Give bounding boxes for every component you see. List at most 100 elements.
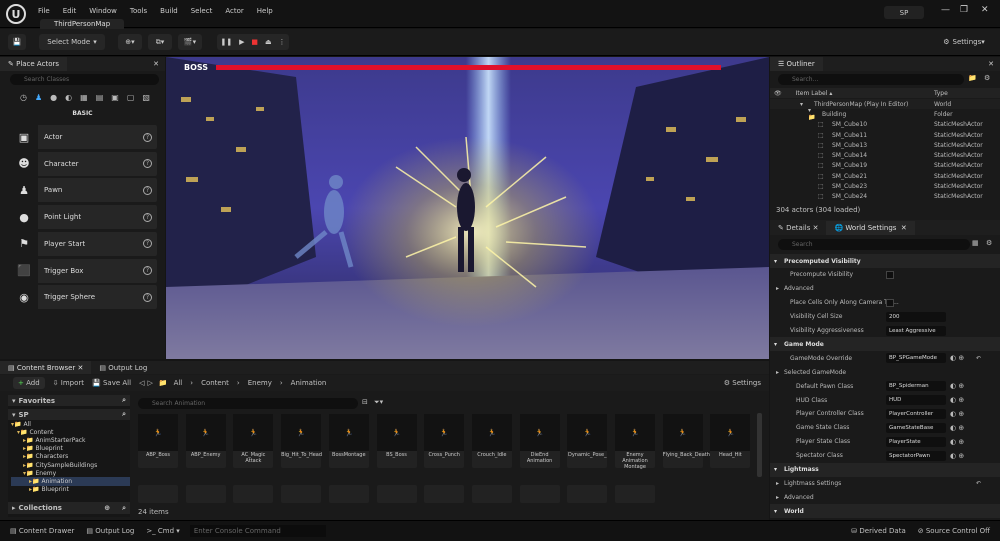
outliner-row[interactable]: ⬚ SM_Cube24 StaticMeshActor <box>770 192 1000 202</box>
details-property[interactable]: Visibility Aggressiveness Least Aggressiv… <box>770 324 1000 338</box>
eject-icon[interactable]: ⏏ <box>265 38 272 46</box>
save-search-icon[interactable]: ⊟ <box>362 398 368 406</box>
asset-tile[interactable] <box>233 485 274 503</box>
outliner-tab[interactable]: ☰ Outliner <box>770 57 823 71</box>
place-actors-tab[interactable]: ✎ Place Actors <box>0 57 67 71</box>
lights-icon[interactable]: ● <box>50 93 57 102</box>
visual-icon[interactable]: ▤ <box>96 93 104 102</box>
outliner-row[interactable]: ⬚ SM_Cube23 StaticMeshActor <box>770 181 1000 191</box>
asset-tile[interactable]: 🏃 Big_Hit_To_Head <box>281 414 322 468</box>
all-classes-icon[interactable]: ▢ <box>127 93 135 102</box>
property-value[interactable]: PlayerState <box>886 436 946 447</box>
output-log-tab[interactable]: ▤ Output Log <box>91 364 155 372</box>
asset-tile[interactable] <box>138 485 178 503</box>
menu-edit[interactable]: Edit <box>63 7 77 15</box>
asset-tile[interactable]: 🏃 ABP_Boss <box>138 414 178 468</box>
basic-icon[interactable]: ♟ <box>35 93 42 102</box>
outliner-row[interactable]: ⬚ SM_Cube13 StaticMeshActor <box>770 140 1000 150</box>
history-back-icon[interactable]: ◁ <box>139 379 144 387</box>
unreal-logo-icon[interactable]: U <box>6 4 26 24</box>
folder-add-icon[interactable]: 📁 <box>968 74 977 82</box>
asset-tile[interactable]: 🏃 Crouch_Idle <box>471 414 512 468</box>
menu-build[interactable]: Build <box>160 7 178 15</box>
asset-tile[interactable] <box>471 485 512 503</box>
console-input[interactable]: Enter Console Command <box>189 525 326 537</box>
outliner-row[interactable]: ▾ ThirdPersonMap (Play In Editor) World <box>770 99 1000 110</box>
actor-item[interactable]: ⬛ Trigger Box? <box>10 258 157 283</box>
search-classes-input[interactable]: Search Classes <box>10 74 159 85</box>
close-tab-icon[interactable]: ✕ <box>988 60 994 68</box>
help-icon[interactable]: ? <box>143 266 152 275</box>
folder-tree-item[interactable]: ▸📁 AnimStarterPack <box>11 436 130 444</box>
folder-tree-item[interactable]: ▾📁 Enemy <box>11 469 130 477</box>
map-tab[interactable]: ThirdPersonMap <box>40 19 125 29</box>
profile-badge[interactable]: SP <box>884 6 924 19</box>
search-icon[interactable]: ⌕ <box>122 410 126 419</box>
cinematic-icon[interactable]: ▦ <box>80 93 88 102</box>
shapes-icon[interactable]: ◐ <box>65 93 72 102</box>
asset-tile[interactable] <box>424 485 465 503</box>
details-property[interactable]: Place Cells Only Along Camera Tra... <box>770 296 1000 310</box>
asset-tile[interactable] <box>185 485 226 503</box>
resume-icon[interactable]: ▶ <box>239 38 244 46</box>
actor-item[interactable]: ● Point Light? <box>10 205 157 230</box>
details-category[interactable]: ▾ Precomputed Visibility <box>770 254 1000 268</box>
reset-icon[interactable]: ↶ <box>976 480 981 487</box>
details-property[interactable]: GameMode Override BP_SPGameMode ◐ ⊕ ↶ <box>770 351 1000 365</box>
property-value[interactable]: PlayerController <box>886 408 946 419</box>
details-property[interactable]: ▸ Advanced <box>770 490 1000 504</box>
col-type[interactable]: Type <box>934 90 948 97</box>
breadcrumb-animation[interactable]: Animation <box>291 379 327 387</box>
folder-tree-item[interactable]: ▸📁 Characters <box>11 453 130 461</box>
menu-actor[interactable]: Actor <box>225 7 243 15</box>
browse-icon[interactable]: ◐ ⊕ <box>950 382 964 390</box>
details-property[interactable]: Default Pawn Class BP_Spiderman ◐ ⊕ <box>770 379 1000 393</box>
property-value[interactable]: BP_Spiderman <box>886 381 946 392</box>
asset-tile[interactable] <box>328 485 369 503</box>
property-value[interactable]: Least Aggressive <box>886 325 946 336</box>
asset-tile[interactable] <box>376 485 417 503</box>
cinematics-icon[interactable]: 🎬▾ <box>178 34 202 50</box>
asset-tile[interactable] <box>567 485 608 503</box>
search-icon[interactable]: ⌕ <box>122 396 126 405</box>
asset-tile[interactable]: 🏃 Flying_Back_Death <box>662 414 710 468</box>
outliner-row[interactable]: ▾📁 Building Folder <box>770 107 1000 121</box>
breadcrumb-content[interactable]: Content <box>201 379 229 387</box>
outliner-row[interactable]: ⬚ SM_Cube19 StaticMeshActor <box>770 161 1000 171</box>
outliner-row[interactable]: ⬚ SM_Cube14 StaticMeshActor <box>770 150 1000 160</box>
eye-icon[interactable]: 👁 <box>774 90 782 97</box>
breadcrumb-enemy[interactable]: Enemy <box>248 379 272 387</box>
content-browser-tab[interactable]: ▤ Content Browser ✕ <box>0 361 92 374</box>
import-button[interactable]: ⇩ Import <box>53 379 84 387</box>
details-property[interactable]: Player State Class PlayerState ◐ ⊕ <box>770 435 1000 449</box>
actor-item[interactable]: ▣ Actor? <box>10 125 157 149</box>
menu-file[interactable]: File <box>38 7 50 15</box>
select-mode-dropdown[interactable]: Select Mode ▾ <box>39 34 105 50</box>
help-icon[interactable]: ? <box>143 212 152 222</box>
property-value[interactable]: GameStateBase <box>886 422 946 433</box>
save-icon[interactable]: 💾 <box>8 34 26 50</box>
more-icon[interactable]: ⋮ <box>279 38 286 46</box>
property-value[interactable]: 200 <box>886 311 946 322</box>
add-actor-icon[interactable]: ⊕▾ <box>118 34 142 50</box>
property-value[interactable]: SpectatorPawn <box>886 450 946 461</box>
folder-tree-item[interactable]: ▸📁 Blueprint <box>11 486 130 494</box>
outliner-row[interactable]: ⬚ SM_Cube10 StaticMeshActor <box>770 120 1000 130</box>
content-drawer-button[interactable]: ▤ Content Drawer <box>10 527 74 535</box>
outliner-row[interactable]: ⬚ SM_Cube11 StaticMeshActor <box>770 130 1000 140</box>
cmd-dropdown[interactable]: >_ Cmd ▾ <box>146 527 180 535</box>
details-category[interactable]: ▾ Game Mode <box>770 337 1000 352</box>
details-property[interactable]: Player Controller Class PlayerController ◐… <box>770 407 1000 421</box>
folder-tree-item[interactable]: ▾📁 Content <box>11 428 130 436</box>
blueprint-icon[interactable]: ⧉▾ <box>148 34 172 50</box>
details-category[interactable]: ▾ Lightmass <box>770 462 1000 477</box>
details-property[interactable]: ▸ Selected GameMode <box>770 365 1000 379</box>
browse-icon[interactable]: ◐ ⊕ <box>950 438 964 446</box>
save-all-button[interactable]: 💾 Save All <box>92 379 131 387</box>
folder-tree-item[interactable]: ▸📁 Blueprint <box>11 445 130 453</box>
cb-settings-button[interactable]: ⚙ Settings <box>724 379 761 387</box>
help-icon[interactable]: ? <box>143 159 152 169</box>
browse-icon[interactable]: ◐ ⊕ <box>950 396 964 404</box>
details-settings-icon[interactable]: ⚙ <box>986 239 992 247</box>
close-icon[interactable]: ✕ <box>981 5 989 15</box>
